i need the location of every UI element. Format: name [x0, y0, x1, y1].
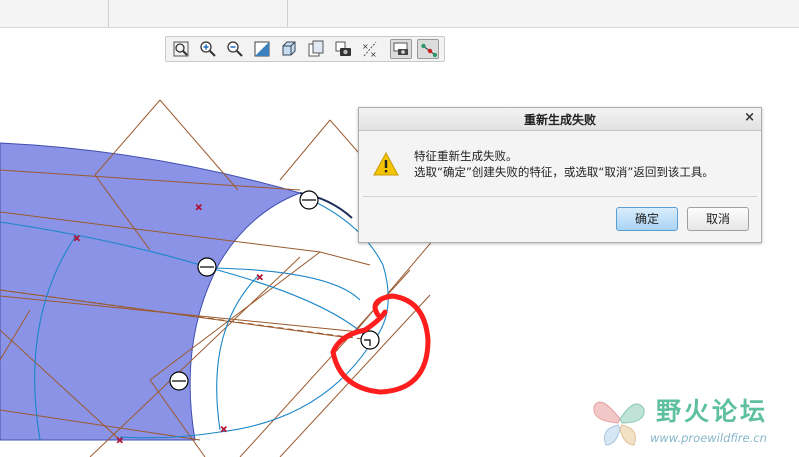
dialog-message-line1: 特征重新生成失败。: [414, 149, 518, 163]
spin-center-icon: [421, 43, 438, 58]
repaint-button[interactable]: [251, 39, 273, 59]
datum-display-icon: [393, 42, 408, 55]
layers-camera-button[interactable]: [332, 39, 354, 59]
display-style-icon: [282, 41, 296, 56]
warning-icon: [373, 152, 399, 176]
svg-text:×: ×: [195, 203, 203, 213]
svg-text:×: ×: [73, 234, 81, 244]
svg-text:×: ×: [220, 425, 228, 435]
close-icon[interactable]: ×: [744, 110, 755, 125]
spin-center-button[interactable]: [417, 39, 439, 59]
view-toolbar: × ×: [165, 36, 445, 62]
butterfly-logo-icon: [593, 401, 645, 446]
dialog-divider: [363, 196, 757, 197]
forum-watermark: 野火论坛 www.proewildfire.cn: [590, 387, 795, 451]
regeneration-failed-dialog: 重新生成失败 × 特征重新生成失败。 选取“确定”创建失败的特征，或选取“取消”…: [358, 107, 762, 243]
zoom-in-icon: [200, 41, 216, 57]
dialog-message-line2: 选取“确定”创建失败的特征，或选取“取消”返回到该工具。: [414, 165, 714, 179]
saved-views-button[interactable]: [305, 39, 327, 59]
ok-button[interactable]: 确定: [616, 207, 678, 231]
zoom-out-button[interactable]: [224, 39, 246, 59]
svg-text:×: ×: [116, 436, 124, 446]
repaint-icon: [254, 41, 270, 57]
zoom-in-button[interactable]: [197, 39, 219, 59]
svg-text:×: ×: [256, 273, 264, 283]
blue-surface: [0, 142, 302, 441]
zoom-out-icon: [227, 41, 243, 57]
saved-views-icon: [308, 40, 324, 57]
cancel-button[interactable]: 取消: [687, 207, 749, 231]
annotation-display-button[interactable]: × ×: [359, 39, 381, 59]
watermark-url: www.proewildfire.cn: [650, 431, 767, 445]
annotation-display-icon: ××: [362, 41, 377, 58]
red-annotation-circle: [330, 293, 431, 395]
layers-camera-icon: [335, 41, 351, 56]
display-style-button[interactable]: [278, 39, 300, 59]
refit-button[interactable]: [170, 39, 192, 59]
dialog-title: 重新生成失败: [523, 113, 596, 127]
datum-display-button[interactable]: [390, 39, 412, 59]
watermark-name: 野火论坛: [656, 397, 769, 426]
refit-icon: [173, 41, 189, 57]
svg-text:×: ×: [362, 42, 369, 51]
dialog-title-bar[interactable]: 重新生成失败 ×: [359, 108, 761, 131]
svg-text:×: ×: [370, 50, 377, 58]
